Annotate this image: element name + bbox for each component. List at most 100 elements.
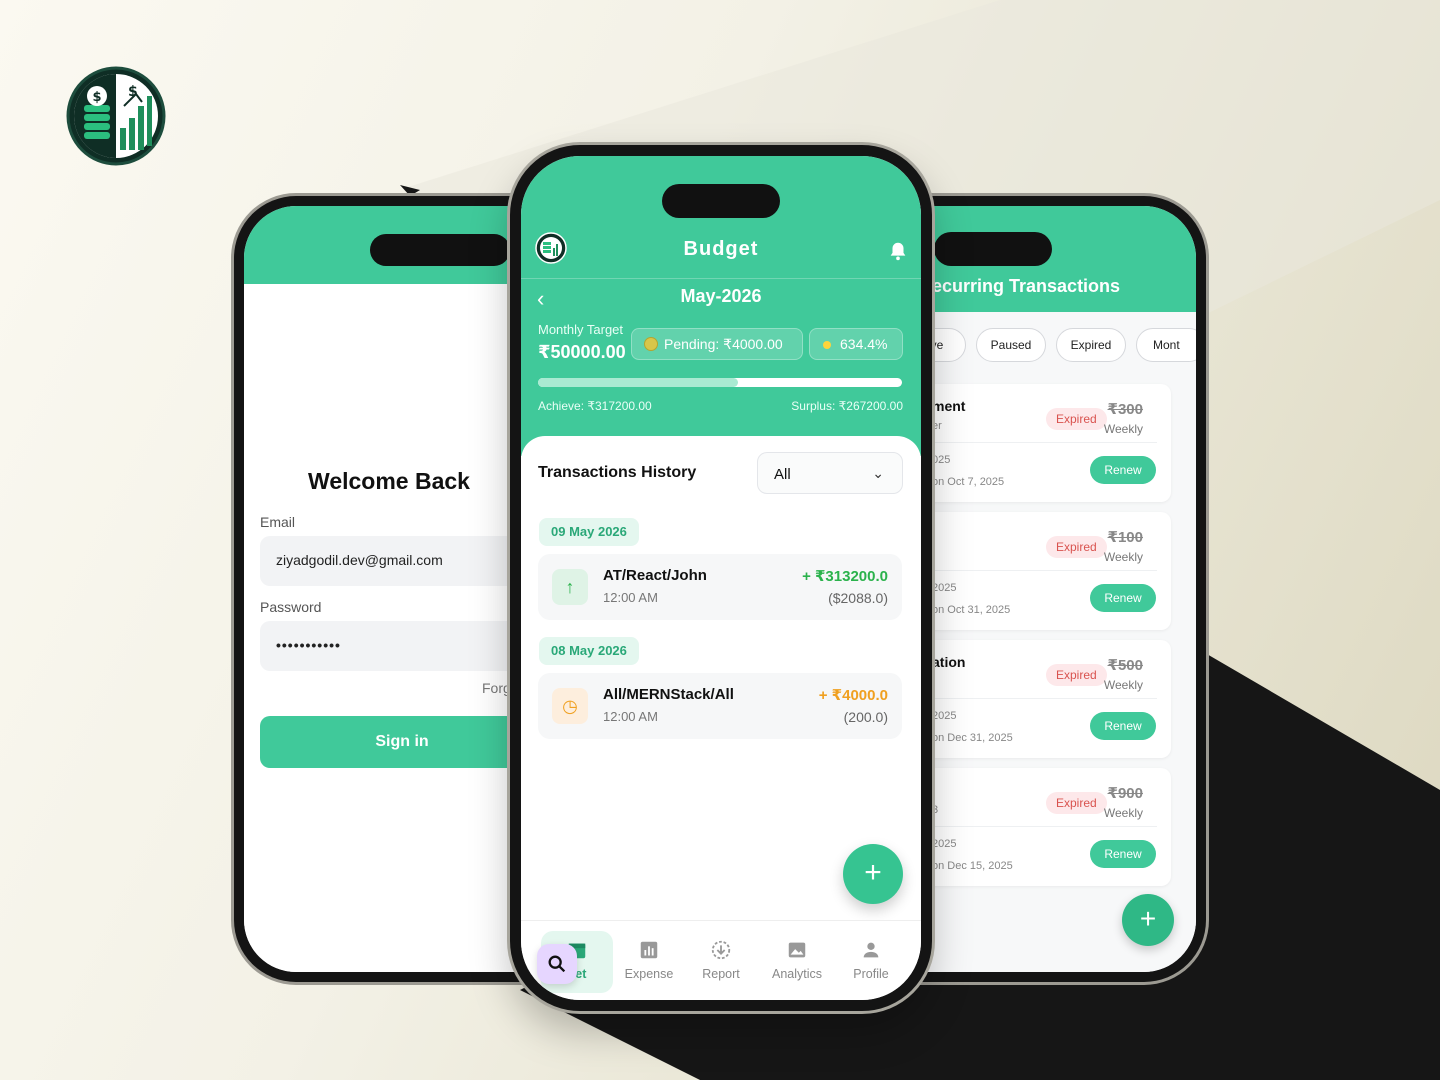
transaction-row[interactable]: ↑ AT/React/John 12:00 AM + ₹313200.0 ($2… (538, 554, 902, 620)
card-start-date: 2025 (932, 582, 957, 594)
page-title: Budget (683, 238, 759, 260)
recurring-title: ecurring Transactions (932, 276, 1121, 296)
card-start-date: 2025 (932, 710, 957, 722)
card-title: ment (932, 398, 966, 414)
status-badge: Expired (1046, 792, 1107, 814)
progress-fill (538, 378, 739, 387)
bottom-nav: get Expense Report Analytics Profile (521, 920, 921, 1000)
card-end-date: on Dec 15, 2025 (932, 860, 1013, 872)
email-field[interactable]: ziyadgodil.dev@gmail.com (260, 536, 534, 586)
card-end-date: on Dec 31, 2025 (932, 732, 1013, 744)
email-label: Email (260, 514, 296, 530)
dynamic-island (934, 232, 1052, 266)
card-frequency: Weekly (1103, 678, 1143, 692)
password-field[interactable]: ••••••••••• (260, 621, 534, 671)
status-badge: Expired (1046, 408, 1107, 430)
chevron-down-icon: ⌄ (872, 465, 884, 481)
pending-badge: Pending: ₹4000.00 (631, 328, 803, 360)
welcome-title: Welcome Back (308, 468, 470, 494)
filter-select[interactable]: All ⌄ (757, 452, 903, 494)
renew-button[interactable]: Renew (1090, 712, 1156, 740)
card-subtitle: er (932, 420, 942, 432)
filter-chip-monthly[interactable]: Mont (1136, 328, 1196, 362)
percent-text: 634.4% (840, 336, 888, 352)
card-end-date: on Oct 31, 2025 (932, 604, 1011, 616)
date-chip: 08 May 2026 (539, 637, 639, 665)
card-frequency: Weekly (1103, 422, 1143, 436)
filter-value: All (774, 466, 791, 483)
card-title: ation (932, 654, 966, 670)
transaction-subamount: (200.0) (843, 709, 888, 725)
transaction-name: AT/React/John (603, 567, 707, 584)
status-badge: Expired (1046, 664, 1107, 686)
transaction-time: 12:00 AM (603, 590, 658, 605)
recurring-card: Expired ₹100 Weekly 2025 on Oct 31, 2025… (916, 512, 1171, 630)
search-button[interactable] (537, 944, 577, 984)
nav-expense[interactable]: Expense (613, 931, 685, 993)
filter-chip-paused[interactable]: Paused (976, 328, 1046, 362)
forgot-password-link[interactable]: Forg (482, 680, 511, 696)
renew-button[interactable]: Renew (1090, 456, 1156, 484)
nav-label: Report (702, 967, 740, 981)
monthly-target-value: ₹50000.00 (538, 342, 626, 362)
card-start-date: 025 (932, 454, 951, 466)
recurring-card: ation Expired ₹500 Weekly 2025 on Dec 31… (916, 640, 1171, 758)
transaction-amount: + ₹4000.0 (818, 687, 888, 704)
percent-badge: 634.4% (809, 328, 903, 360)
image-icon (788, 942, 806, 958)
transactions-history-title: Transactions History (538, 464, 697, 481)
renew-button[interactable]: Renew (1090, 584, 1156, 612)
svg-text:$: $ (92, 90, 101, 105)
monthly-target-label: Monthly Target (538, 322, 624, 337)
coin-icon (644, 337, 658, 351)
nav-label: Expense (624, 967, 674, 981)
transaction-name: All/MERNStack/All (603, 686, 734, 703)
nav-label: Profile (853, 967, 889, 981)
pending-text: Pending: ₹4000.00 (664, 336, 783, 352)
renew-button[interactable]: Renew (1090, 840, 1156, 868)
clock-icon: ◷ (552, 688, 588, 724)
date-chip: 09 May 2026 (539, 518, 639, 546)
month-label: May-2026 (680, 286, 762, 306)
recurring-card: 3 Expired ₹900 Weekly 2025 on Dec 15, 20… (916, 768, 1171, 886)
surplus-text: Surplus: ₹267200.00 (791, 399, 903, 413)
card-amount: ₹500 (1107, 657, 1143, 674)
budget-phone: Budget ‹ May-2026 Monthly Target ₹50000.… (510, 145, 932, 1011)
search-icon (548, 955, 566, 973)
nav-report[interactable]: Report (685, 931, 757, 993)
achieve-text: Achieve: ₹317200.00 (538, 399, 652, 413)
transaction-time: 12:00 AM (603, 709, 658, 724)
login-phone: Welcome Back Email ziyadgodil.dev@gmail.… (234, 196, 534, 982)
card-divider (916, 570, 1157, 571)
bell-icon[interactable] (887, 240, 909, 262)
card-amount: ₹300 (1107, 401, 1143, 418)
card-end-date: on Oct 7, 2025 (932, 476, 1005, 488)
card-frequency: Weekly (1103, 806, 1143, 820)
app-logo: $ $ (66, 66, 166, 166)
download-icon (711, 940, 731, 960)
card-divider (916, 826, 1157, 827)
recurring-phone: ecurring Transactions ctive Paused Expir… (916, 196, 1206, 982)
card-divider (916, 698, 1157, 699)
add-transaction-button[interactable]: + (843, 844, 903, 904)
card-start-date: 2025 (932, 838, 957, 850)
dynamic-island (662, 184, 780, 218)
nav-label: Analytics (771, 967, 823, 981)
card-subtitle: 3 (932, 804, 939, 816)
filter-chip-expired[interactable]: Expired (1056, 328, 1126, 362)
recurring-card: ment er Expired ₹300 Weekly 025 on Oct 7… (916, 384, 1171, 502)
progress-bar (538, 378, 902, 387)
card-divider (916, 442, 1157, 443)
dynamic-island (370, 234, 510, 266)
sign-in-button[interactable]: Sign in (260, 716, 534, 768)
add-recurring-button[interactable]: + (1122, 894, 1174, 946)
dot-icon (823, 341, 831, 349)
header-divider (521, 278, 921, 279)
transaction-amount: + ₹313200.0 (802, 568, 888, 585)
bar-chart-icon (640, 941, 658, 959)
transaction-subamount: ($2088.0) (828, 590, 888, 606)
status-badge: Expired (1046, 536, 1107, 558)
nav-profile[interactable]: Profile (835, 931, 907, 993)
transaction-row[interactable]: ◷ All/MERNStack/All 12:00 AM + ₹4000.0 (… (538, 673, 902, 739)
nav-analytics[interactable]: Analytics (761, 931, 833, 993)
